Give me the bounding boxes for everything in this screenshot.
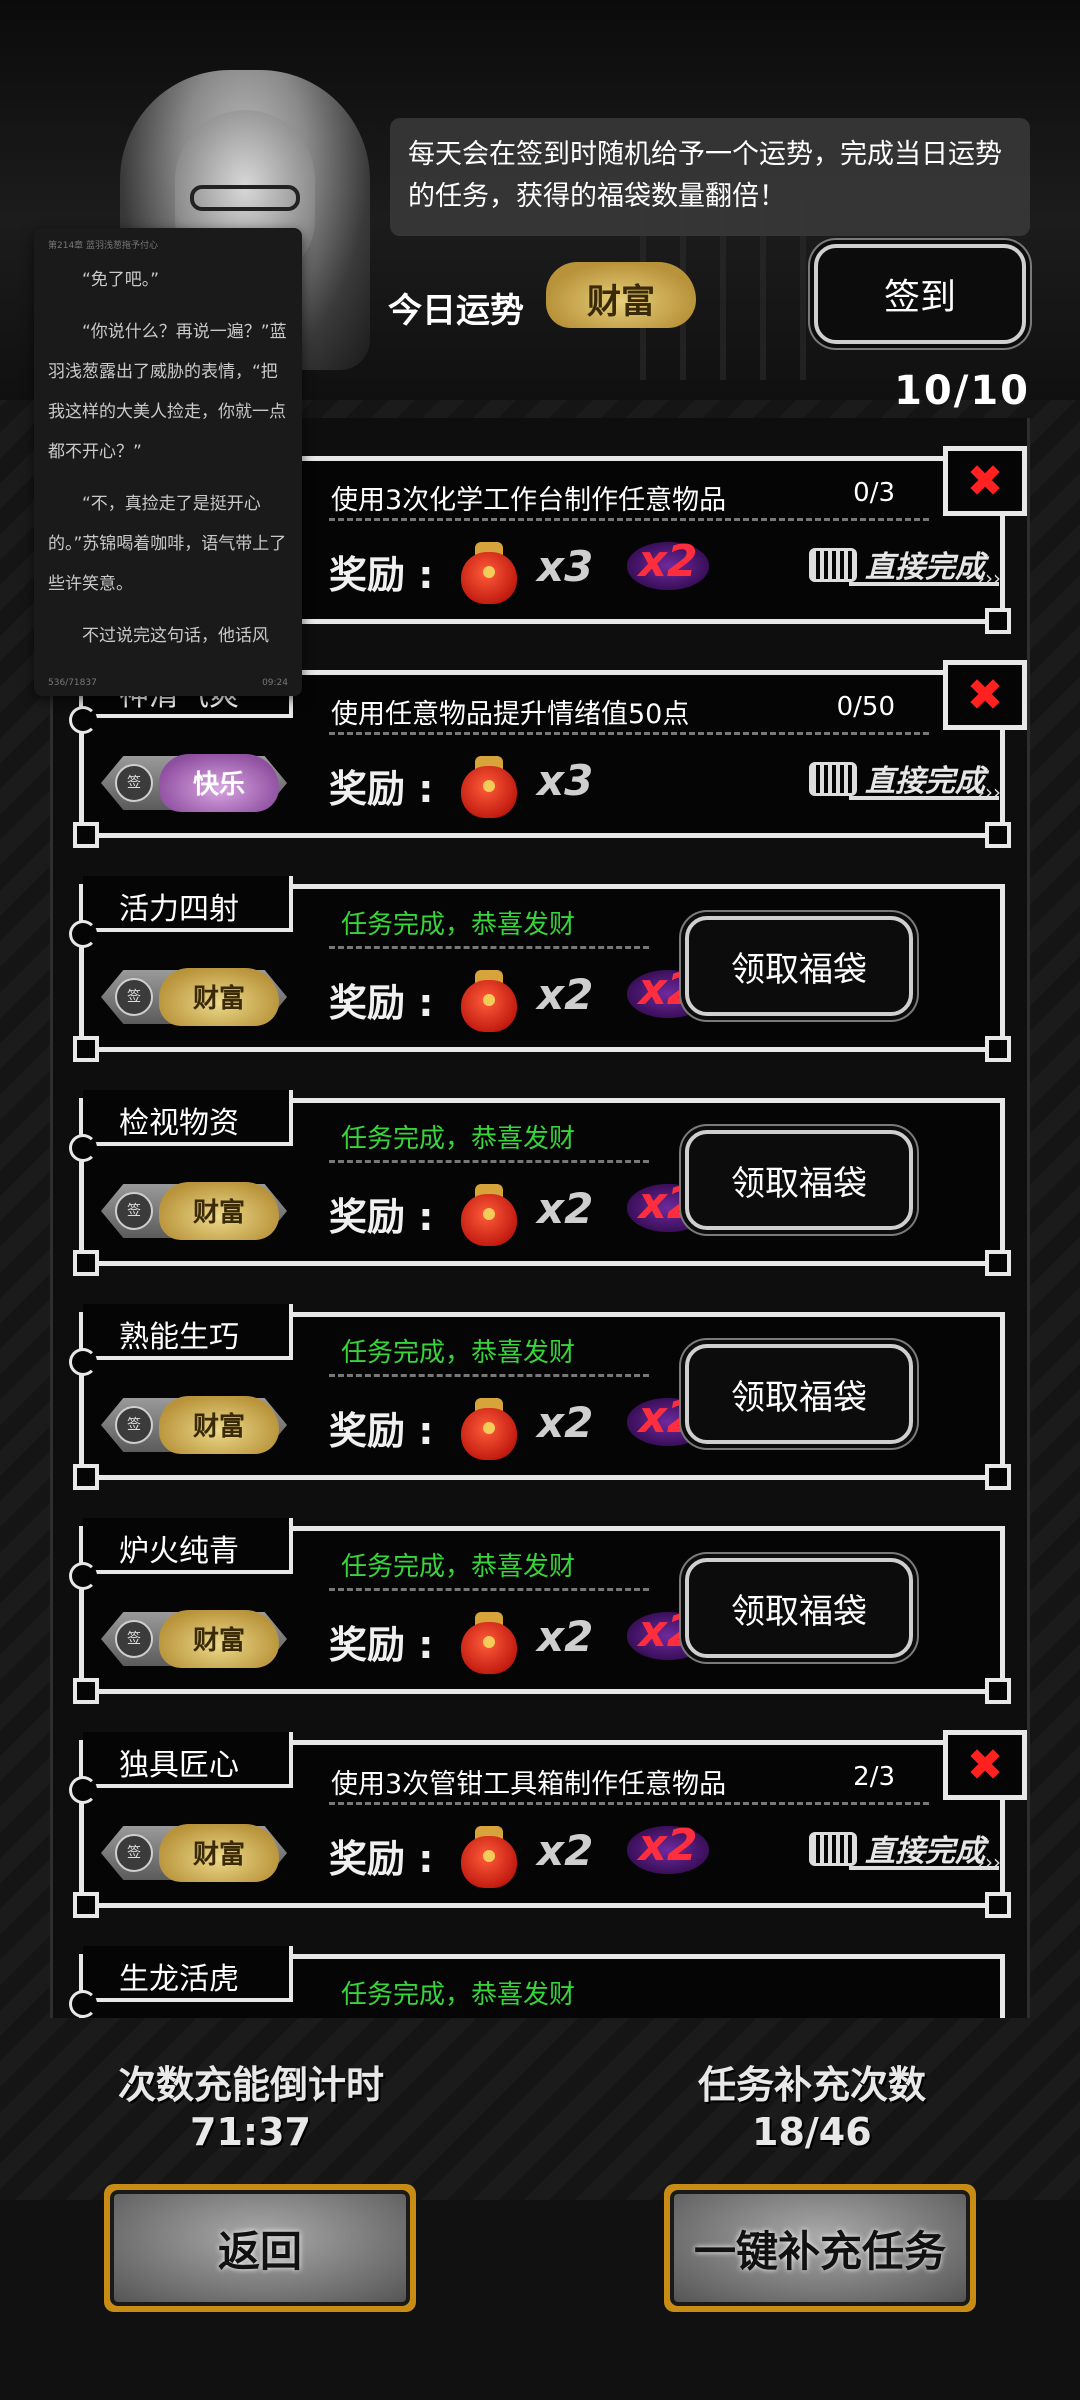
reward-multiplier: x3 — [537, 542, 594, 591]
task-progress: 0/3 — [853, 478, 895, 508]
quick-complete-button[interactable]: 直接完成 ››› — [809, 754, 1001, 810]
countdown-value: 71:37 — [190, 2110, 311, 2154]
lucky-bag-icon — [457, 1820, 521, 1888]
reader-paragraph: 不过说完这句话，他话风 — [82, 626, 269, 646]
claim-bag-button[interactable]: 领取福袋 — [685, 1558, 913, 1658]
task-card: 活力四射 任务完成，恭喜发财 签 财富 奖励 : x2 x2 领取福袋 — [69, 876, 1011, 1062]
task-progress: 2/3 — [853, 1762, 895, 1792]
fortune-tag: 签 财富 — [101, 1822, 287, 1884]
ticket-icon — [809, 548, 857, 582]
reading-overlay[interactable]: 第214章 蓝羽浅葱拖予付心 “免了吧。” “你说什么？再说一遍？”蓝羽浅葱露出… — [34, 228, 302, 696]
task-description: 使用3次化学工作台制作任意物品 — [331, 485, 727, 516]
reader-paragraph: “不，真捡走了是挺开心的。”苏锦喝着咖啡，语气带上了些许笑意。 — [48, 494, 287, 594]
reward-multiplier: x2 — [537, 1612, 594, 1661]
task-description: 使用3次管钳工具箱制作任意物品 — [331, 1769, 727, 1800]
reward-label: 奖励 : — [329, 981, 434, 1025]
reward-multiplier: x2 — [537, 1398, 594, 1447]
double-badge: x2 — [627, 536, 709, 596]
reward-label: 奖励 : — [329, 767, 434, 811]
ticket-icon — [809, 1832, 857, 1866]
close-icon[interactable]: ✖ — [943, 660, 1027, 730]
ticket-icon — [809, 762, 857, 796]
task-card: 炉火纯青 任务完成，恭喜发财 签 财富 奖励 : x2 x2 领取福袋 — [69, 1518, 1011, 1704]
task-title: 熟能生巧 — [119, 1320, 239, 1355]
fortune-info-text: 每天会在签到时随机给予一个运势，完成当日运势的任务，获得的福袋数量翻倍！ — [390, 118, 1030, 236]
task-title: 活力四射 — [119, 892, 239, 927]
task-done-text: 任务完成，恭喜发财 — [341, 910, 576, 940]
lucky-bag-icon — [457, 536, 521, 604]
task-done-text: 任务完成，恭喜发财 — [341, 1980, 576, 2010]
claim-bag-button[interactable]: 领取福袋 — [685, 916, 913, 1016]
countdown-label: 次数充能倒计时 — [118, 2063, 385, 2107]
reader-time: 09:24 — [262, 678, 288, 688]
fortune-tag: 签 财富 — [101, 1608, 287, 1670]
task-title: 独具匠心 — [119, 1748, 239, 1783]
reward-label: 奖励 : — [329, 1409, 434, 1453]
reward-label: 奖励 : — [329, 1195, 434, 1239]
reward-label: 奖励 : — [329, 553, 434, 597]
task-done-text: 任务完成，恭喜发财 — [341, 1552, 576, 1582]
lucky-bag-icon — [457, 964, 521, 1032]
sign-in-button[interactable]: 签到 — [814, 244, 1026, 344]
reader-chapter-header: 第214章 蓝羽浅葱拖予付心 — [48, 241, 159, 251]
close-icon[interactable]: ✖ — [943, 1730, 1027, 1800]
claim-bag-button[interactable]: 领取福袋 — [685, 1344, 913, 1444]
task-description: 使用任意物品提升情绪值50点 — [331, 699, 690, 730]
reward-multiplier: x3 — [537, 756, 594, 805]
task-card: 生龙活虎 任务完成，恭喜发财 — [69, 1946, 1005, 2018]
reward-label: 奖励 : — [329, 1623, 434, 1667]
fortune-tag: 签 快乐 — [101, 752, 287, 814]
reader-progress: 536/71837 — [48, 678, 97, 688]
fortune-tag: 签 财富 — [101, 1180, 287, 1242]
fortune-tag: 签 财富 — [101, 966, 287, 1028]
task-title: 检视物资 — [119, 1106, 239, 1141]
task-progress: 0/50 — [836, 692, 895, 722]
task-title: 炉火纯青 — [119, 1534, 239, 1569]
task-done-text: 任务完成，恭喜发财 — [341, 1124, 576, 1154]
task-card: 独具匠心 使用3次管钳工具箱制作任意物品 2/3 签 财富 奖励 : x2 x2… — [69, 1730, 1027, 1918]
reward-label: 奖励 : — [329, 1837, 434, 1881]
task-card: 检视物资 任务完成，恭喜发财 签 财富 奖励 : x2 x2 领取福袋 — [69, 1090, 1011, 1276]
close-icon[interactable]: ✖ — [943, 446, 1027, 516]
lucky-bag-icon — [457, 1178, 521, 1246]
task-title: 生龙活虎 — [119, 1962, 239, 1997]
quick-complete-button[interactable]: 直接完成 ››› — [809, 540, 1001, 596]
reader-paragraph: “你说什么？再说一遍？”蓝羽浅葱露出了威胁的表情，“把我这样的大美人捡走，你就一… — [48, 322, 287, 462]
double-badge: x2 — [627, 1820, 709, 1880]
today-fortune-label: 今日运势 — [388, 291, 524, 331]
lucky-bag-icon — [457, 750, 521, 818]
claim-bag-button[interactable]: 领取福袋 — [685, 1130, 913, 1230]
reward-multiplier: x2 — [537, 1826, 594, 1875]
refill-count-label: 任务补充次数 — [698, 2063, 927, 2107]
refill-count-value: 18/46 — [752, 2110, 872, 2154]
fortune-badge: 财富 — [546, 262, 696, 332]
task-counter: 10/10 — [894, 368, 1030, 414]
reward-multiplier: x2 — [537, 970, 594, 1019]
reader-paragraph: “免了吧。” — [82, 270, 160, 290]
refill-tasks-button[interactable]: 一键补充任务 — [664, 2184, 976, 2312]
lucky-bag-icon — [457, 1606, 521, 1674]
reward-multiplier: x2 — [537, 1184, 594, 1233]
lucky-bag-icon — [457, 1392, 521, 1460]
quick-complete-button[interactable]: 直接完成 ››› — [809, 1824, 1001, 1880]
task-done-text: 任务完成，恭喜发财 — [341, 1338, 576, 1368]
fortune-tag: 签 财富 — [101, 1394, 287, 1456]
task-card: 熟能生巧 任务完成，恭喜发财 签 财富 奖励 : x2 x2 领取福袋 — [69, 1304, 1011, 1490]
back-button[interactable]: 返回 — [104, 2184, 416, 2312]
